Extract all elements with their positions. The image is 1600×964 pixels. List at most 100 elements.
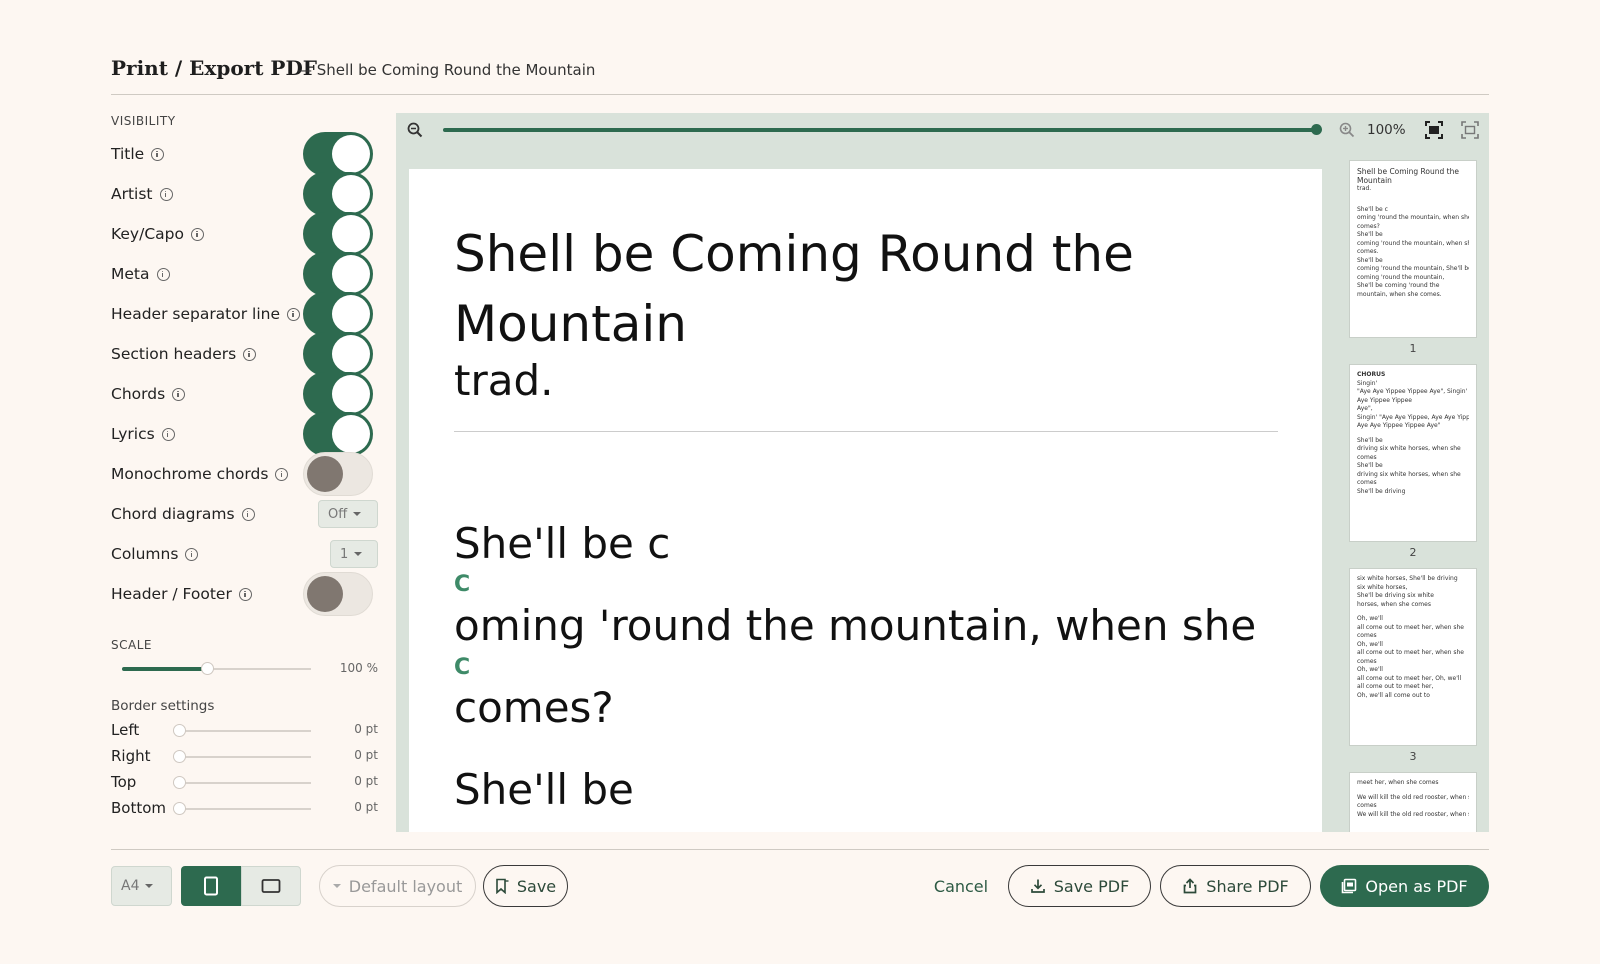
info-icon[interactable] — [151, 147, 165, 161]
toggle-knob — [332, 375, 370, 413]
thumbnail-text: driving six white horses, when she — [1357, 470, 1461, 478]
toggle-section-headers[interactable] — [303, 332, 373, 376]
song-subtitle: — Shell be Coming Round the Mountain — [297, 61, 596, 79]
option-label: Chords — [111, 385, 166, 403]
border-left-thumb[interactable] — [173, 724, 186, 737]
columns-select[interactable]: 1 — [330, 540, 378, 568]
toggle-header-separator[interactable] — [303, 292, 373, 336]
open-as-pdf-button[interactable]: Open as PDF — [1320, 865, 1489, 907]
visibility-section-label: VISIBILITY — [111, 114, 176, 128]
save-pdf-label: Save PDF — [1053, 876, 1130, 896]
thumbnail-text: Oh, we'll — [1357, 666, 1383, 673]
toggle-meta[interactable] — [303, 252, 373, 296]
chord-label: C — [454, 655, 471, 680]
thumbnail-text: coming 'round the mountain, She'll be — [1357, 265, 1469, 272]
border-top-value: 0 pt — [354, 774, 378, 788]
page-number: 1 — [1409, 342, 1417, 355]
border-bottom-value: 0 pt — [354, 800, 378, 814]
info-icon[interactable] — [275, 467, 289, 481]
page-thumbnail-1[interactable]: Shell be Coming Round the Mountain trad.… — [1349, 160, 1477, 338]
thumbnail-text: We will kill the old red rooster, when s… — [1357, 810, 1469, 818]
scale-value: 100 % — [339, 661, 378, 675]
border-left-slider[interactable] — [177, 730, 311, 732]
portrait-button[interactable] — [181, 866, 241, 906]
info-icon[interactable] — [190, 227, 204, 241]
toggle-knob — [307, 576, 343, 612]
preview-page: Shell be Coming Round the Mountain trad.… — [409, 169, 1322, 832]
zoom-slider[interactable] — [443, 128, 1316, 132]
page-thumbnail-3[interactable]: six white horses, She'll be driving six … — [1349, 568, 1477, 746]
zoom-in-icon[interactable] — [1338, 121, 1356, 139]
info-icon[interactable] — [238, 587, 252, 601]
border-right-thumb[interactable] — [173, 750, 186, 763]
cancel-button[interactable]: Cancel — [930, 865, 992, 907]
info-icon[interactable] — [156, 267, 170, 281]
info-icon[interactable] — [161, 427, 175, 441]
toggle-chords[interactable] — [303, 372, 373, 416]
share-pdf-button[interactable]: Share PDF — [1160, 865, 1311, 907]
border-top-thumb[interactable] — [173, 776, 186, 789]
columns-value: 1 — [340, 546, 349, 562]
fit-width-icon[interactable] — [1460, 120, 1480, 140]
border-bottom-slider[interactable] — [177, 808, 311, 810]
page-thumbnail-2[interactable]: CHORUS Singin' "Aye Aye Yippee Yippee Ay… — [1349, 364, 1477, 542]
toggle-knob — [332, 295, 370, 333]
page-number: 2 — [1409, 546, 1417, 559]
info-icon[interactable] — [172, 387, 186, 401]
page-number: 3 — [1409, 750, 1417, 763]
thumbnail-text: coming 'round the mountain, when she — [1357, 239, 1469, 247]
option-label: Header / Footer — [111, 585, 232, 603]
border-top-label: Top — [111, 773, 137, 791]
paper-size-select[interactable]: A4 — [111, 866, 172, 906]
toggle-knob — [307, 456, 343, 492]
info-icon[interactable] — [287, 307, 301, 321]
border-left-value: 0 pt — [354, 722, 378, 736]
thumbnail-text: "Aye Aye Yippee Yippee Aye", Singin' "Ay… — [1357, 388, 1469, 395]
border-top-slider[interactable] — [177, 782, 311, 784]
save-layout-button[interactable]: Save — [483, 865, 568, 907]
option-label: Title — [111, 145, 145, 163]
toggle-knob — [332, 175, 370, 213]
toggle-lyrics[interactable] — [303, 412, 373, 456]
page-thumbnail-4[interactable]: meet her, when she comes We will kill th… — [1349, 772, 1477, 832]
thumbnail-text: coming 'round the mountain, — [1357, 273, 1445, 281]
option-label: Section headers — [111, 345, 237, 363]
bookmark-plus-icon — [496, 878, 509, 894]
landscape-button[interactable] — [241, 866, 301, 906]
toggle-header-footer[interactable] — [303, 572, 373, 616]
toggle-artist[interactable] — [303, 172, 373, 216]
toggle-key-capo[interactable] — [303, 212, 373, 256]
thumbnail-text: Singin' — [1357, 379, 1378, 387]
border-right-slider[interactable] — [177, 756, 311, 758]
header-separator-line — [454, 431, 1278, 432]
border-bottom-label: Bottom — [111, 799, 167, 817]
thumbnail-text: mountain, when she comes. — [1357, 290, 1442, 298]
zoom-slider-thumb[interactable] — [1311, 124, 1322, 135]
border-settings-heading: Border settings — [111, 698, 215, 714]
scale-slider-thumb[interactable] — [201, 662, 214, 675]
chord-diagrams-value: Off — [328, 506, 348, 522]
thumbnail-text: six white horses, She'll be driving — [1357, 575, 1458, 582]
zoom-out-icon[interactable] — [406, 121, 424, 139]
info-icon[interactable] — [243, 347, 257, 361]
thumbnail-text: She'll be coming 'round the — [1357, 282, 1440, 289]
info-icon[interactable] — [185, 547, 199, 561]
option-label: Key/Capo — [111, 225, 184, 243]
thumbnail-text: Mountain — [1357, 176, 1392, 185]
info-icon[interactable] — [241, 507, 255, 521]
chevron-down-icon — [353, 512, 362, 516]
chord-diagrams-select[interactable]: Off — [318, 500, 378, 528]
thumbnail-text: Aye", — [1357, 405, 1373, 412]
info-icon[interactable] — [159, 187, 173, 201]
toggle-knob — [332, 215, 370, 253]
toggle-monochrome-chords[interactable] — [303, 452, 373, 496]
fit-page-icon[interactable] — [1424, 120, 1444, 140]
save-pdf-button[interactable]: Save PDF — [1008, 865, 1151, 907]
toggle-title[interactable] — [303, 132, 373, 176]
toggle-knob — [332, 255, 370, 293]
thumbnail-text: comes — [1357, 479, 1377, 486]
zoom-level: 100% — [1367, 122, 1406, 138]
border-bottom-thumb[interactable] — [173, 802, 186, 815]
save-label: Save — [516, 876, 557, 896]
layout-select[interactable]: Default layout — [319, 865, 476, 907]
